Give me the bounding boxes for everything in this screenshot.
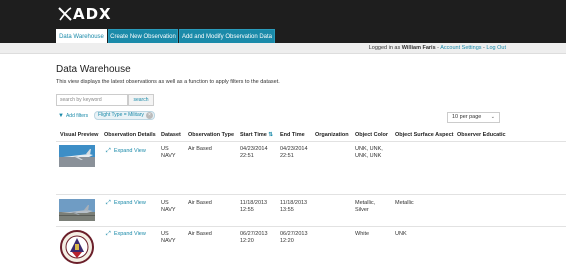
cell-line: US (161, 200, 169, 206)
add-filters-label: Add filters (65, 113, 89, 119)
app-logo[interactable]: ADX (58, 5, 112, 23)
visual-preview-thumbnail[interactable] (59, 145, 95, 167)
cell-line: Metallic, (355, 200, 376, 206)
logged-in-prefix: Logged in as (368, 45, 402, 51)
cell-line: White (355, 231, 370, 237)
cell-start-time: 11/18/2013 12:55 (240, 200, 267, 214)
cell-object-color: UNK, UNK, UNK, UNK (355, 146, 383, 160)
page-title: Data Warehouse (56, 64, 131, 75)
cell-line: NAVY (161, 207, 176, 213)
expand-view-link[interactable]: ⤢ Expand View (106, 231, 146, 238)
cell-line: 22:51 (240, 153, 254, 159)
visual-preview-thumbnail[interactable] (60, 230, 94, 264)
expand-view-link[interactable]: ⤢ Expand View (106, 148, 146, 155)
funnel-icon: ▼ (58, 113, 64, 119)
column-header-observer-education[interactable]: Observer Educatic (457, 131, 506, 139)
expand-icon: ⤢ (106, 200, 111, 206)
per-page-value: 10 per page (452, 114, 482, 120)
cell-line: 11/18/2013 (240, 200, 268, 206)
cell-line: UNK, UNK (355, 153, 382, 159)
logo-text: ADX (73, 5, 112, 23)
cell-line: 06/27/2013 (240, 231, 268, 237)
cell-line: NAVY (161, 238, 176, 244)
column-header-visual-preview: Visual Preview (60, 132, 99, 138)
search-button[interactable]: search (128, 94, 154, 106)
column-header-dataset[interactable]: Dataset (161, 131, 181, 139)
user-info: Logged in as William Faris - Account Set… (369, 44, 506, 53)
per-page-select[interactable]: 10 per page ⌄ (447, 112, 500, 123)
column-header-observation-type[interactable]: Observation Type (188, 131, 234, 139)
column-header-observation-details[interactable]: Observation Details (104, 131, 156, 139)
cell-line: 22:51 (280, 153, 294, 159)
column-header-organization[interactable]: Organization (315, 131, 349, 139)
expand-icon: ⤢ (106, 148, 111, 154)
column-header-start-time[interactable]: Start Time ⇅ (240, 131, 273, 139)
tab-data-warehouse[interactable]: Data Warehouse (56, 29, 107, 43)
cell-line: UNK, UNK, (355, 146, 383, 152)
chevron-down-icon: ⌄ (490, 114, 495, 120)
filter-chip[interactable]: Flight Type = Military × (94, 111, 155, 120)
cell-object-color: White (355, 231, 369, 238)
cell-line: 11/18/2013 (280, 200, 308, 206)
cell-end-time: 11/18/2013 13:55 (280, 200, 307, 214)
tab-add-modify-observation-data[interactable]: Add and Modify Observation Data (179, 29, 275, 43)
cell-end-time: 04/23/2014 22:51 (280, 146, 308, 160)
cell-observation-type: Air Based (188, 200, 212, 206)
username: William Faris (401, 45, 436, 51)
cell-line: NAVY (161, 153, 176, 159)
account-settings-link[interactable]: Account Settings (440, 45, 481, 51)
cell-line: 12:20 (280, 238, 294, 244)
user-bar: Logged in as William Faris - Account Set… (0, 43, 566, 54)
cell-line: Silver (355, 207, 369, 213)
column-header-end-time[interactable]: End Time (280, 131, 305, 139)
jet-on-runway-image (59, 145, 95, 167)
sort-asc-desc-icon[interactable]: ⇅ (268, 132, 273, 138)
cell-line: 13:55 (280, 207, 294, 213)
cell-line: US (161, 146, 169, 152)
cell-line: 04/23/2014 (280, 146, 308, 152)
jet-taking-off-image (59, 199, 95, 221)
logout-link[interactable]: Log Out (486, 45, 506, 51)
cell-line: 06/27/2013 (280, 231, 308, 237)
row-divider (56, 194, 566, 195)
visual-preview-thumbnail[interactable] (59, 199, 95, 221)
header-divider (56, 141, 566, 142)
close-icon[interactable]: × (145, 112, 153, 119)
add-filters-button[interactable]: ▼ Add filters (58, 112, 88, 120)
cell-end-time: 06/27/2013 12:20 (280, 231, 308, 245)
cell-line: 04/23/2014 (240, 146, 268, 152)
column-header-object-surface-aspect[interactable]: Object Surface Aspect (395, 131, 453, 139)
filter-chip-label: Flight Type = Military (98, 112, 144, 118)
cell-line: 12:20 (240, 238, 254, 244)
row-divider (56, 226, 566, 227)
cell-dataset: US NAVY (161, 146, 176, 160)
cell-start-time: 04/23/2014 22:51 (240, 146, 268, 160)
cell-object-surface-aspect: UNK (395, 231, 407, 237)
expand-view-label: Expand View (113, 148, 146, 154)
top-header: ADX (0, 0, 566, 28)
expand-icon: ⤢ (106, 231, 111, 237)
navy-squadron-patch-image (60, 230, 94, 264)
cell-object-color: Metallic, Silver (355, 200, 375, 214)
start-time-label: Start Time (240, 132, 267, 138)
cell-observation-type: Air Based (188, 231, 212, 237)
tab-create-new-observation[interactable]: Create New Observation (108, 29, 178, 43)
cell-dataset: US NAVY (161, 200, 176, 214)
expand-view-label: Expand View (113, 200, 146, 206)
cell-object-surface-aspect: Metallic (395, 200, 414, 206)
page-description: This view displays the latest observatio… (56, 79, 280, 85)
cell-dataset: US NAVY (161, 231, 176, 245)
cell-start-time: 06/27/2013 12:20 (240, 231, 268, 245)
cell-observation-type: Air Based (188, 146, 212, 152)
expand-view-link[interactable]: ⤢ Expand View (106, 200, 146, 207)
cell-line: US (161, 231, 169, 237)
expand-view-label: Expand View (113, 231, 146, 237)
cell-line: 12:55 (240, 207, 254, 213)
column-header-object-color[interactable]: Object Color (355, 131, 388, 139)
search-input[interactable]: search by keyword (56, 94, 128, 106)
x-swoosh-logo-icon (58, 7, 72, 21)
